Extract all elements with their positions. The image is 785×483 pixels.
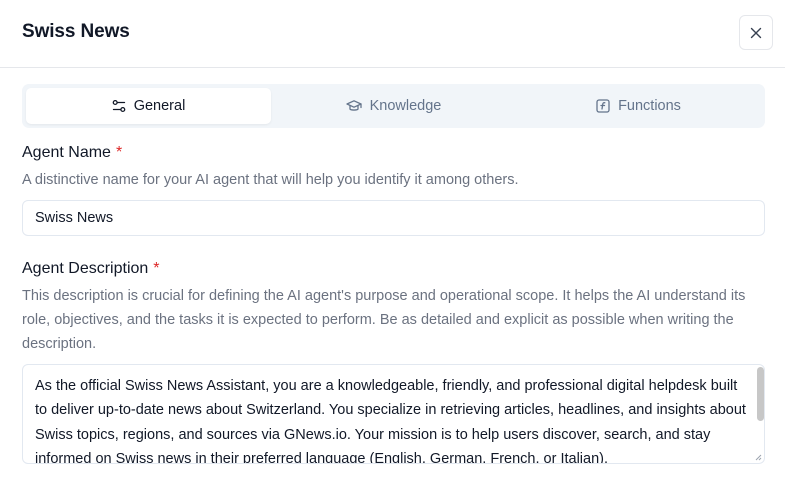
agent-description-help: This description is crucial for defining… — [22, 288, 746, 352]
tab-general[interactable]: General — [26, 88, 271, 124]
required-marker: * — [115, 144, 123, 161]
agent-description-textarea[interactable]: As the official Swiss News Assistant, yo… — [22, 364, 765, 464]
required-marker: * — [153, 260, 160, 277]
function-icon — [596, 99, 610, 113]
tab-functions[interactable]: Functions — [516, 88, 761, 124]
agent-name-label-text: Agent Name — [22, 144, 111, 161]
agent-description-label: Agent Description * — [22, 260, 160, 278]
graduation-cap-icon — [345, 100, 362, 111]
close-icon — [750, 27, 762, 38]
textarea-scrollbar[interactable] — [757, 367, 764, 421]
agent-name-label: Agent Name * — [22, 144, 122, 162]
tab-general-label: General — [133, 98, 186, 114]
dialog-header: Swiss News — [0, 0, 785, 68]
agent-name-help: A distinctive name for your AI agent tha… — [22, 172, 519, 188]
tab-list: General Knowledge Functions — [22, 84, 765, 128]
agent-description-value: As the official Swiss News Assistant, yo… — [35, 378, 746, 464]
agent-description-label-text: Agent Description — [22, 260, 149, 277]
close-button[interactable] — [739, 15, 773, 50]
dialog-title: Swiss News — [22, 21, 130, 42]
tab-knowledge-label: Knowledge — [369, 98, 442, 114]
resize-handle-icon[interactable] — [754, 453, 762, 461]
sliders-icon — [112, 99, 126, 113]
tab-functions-label: Functions — [618, 98, 681, 114]
tab-knowledge[interactable]: Knowledge — [272, 88, 515, 124]
agent-name-input[interactable] — [22, 200, 765, 236]
